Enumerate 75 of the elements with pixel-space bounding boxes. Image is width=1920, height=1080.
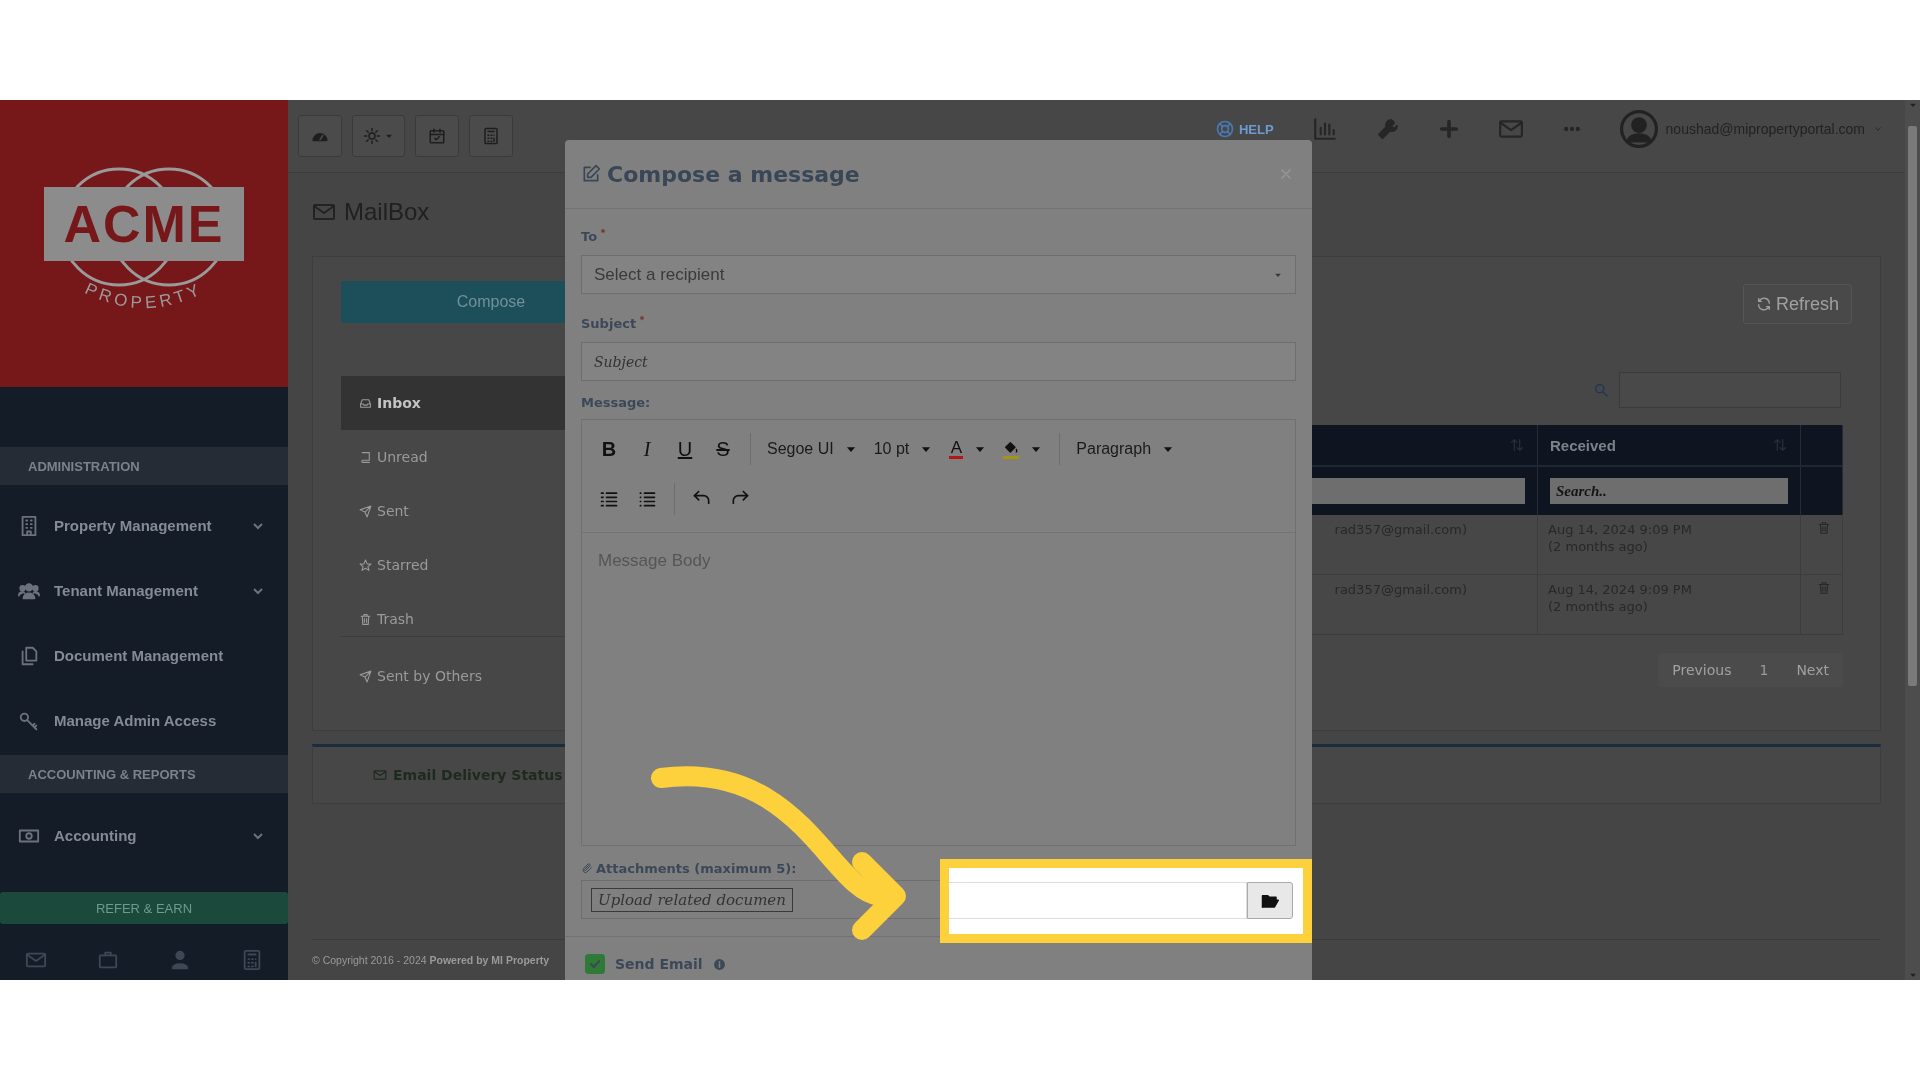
edit-icon xyxy=(581,164,601,184)
previous-button[interactable]: Previous xyxy=(1658,653,1746,687)
calendar-button[interactable] xyxy=(415,115,459,157)
nav-item[interactable]: Property Management xyxy=(0,493,288,558)
calendar-icon xyxy=(428,127,446,145)
field-label: Attachments (maximum 5): xyxy=(596,860,797,876)
nav-item[interactable]: Accounting xyxy=(0,803,288,868)
upload-field[interactable]: Upload related documen xyxy=(581,880,940,919)
nav-item[interactable]: Manage Admin Access xyxy=(0,688,288,753)
format-button[interactable]: U xyxy=(668,432,702,466)
logo-wordmark: ACME xyxy=(44,186,244,261)
scrollbar-thumb[interactable] xyxy=(1908,126,1917,686)
paint-bucket-icon xyxy=(1003,439,1020,456)
inbox-tray-icon xyxy=(359,396,372,410)
search-icon xyxy=(1593,382,1609,398)
info-icon[interactable] xyxy=(712,957,726,971)
bar-chart-icon[interactable] xyxy=(1311,116,1338,142)
trash-icon[interactable] xyxy=(1817,581,1831,595)
column-header xyxy=(1801,425,1843,465)
section-heading: ACCOUNTING & REPORTS xyxy=(0,755,288,793)
dialog-title: Compose a message xyxy=(607,161,861,187)
paper-plane-icon xyxy=(359,669,372,683)
paper-plane-icon xyxy=(359,504,372,518)
next-button[interactable]: Next xyxy=(1782,653,1843,687)
checkbox[interactable] xyxy=(585,954,605,974)
block-format-dropdown[interactable]: Paragraph xyxy=(1070,432,1182,466)
footer-text: © Copyright 2016 - 2024 Powered by MI Property xyxy=(312,954,550,966)
font-family-dropdown[interactable]: Segoe UI xyxy=(761,432,864,466)
refer-earn-button[interactable]: REFER & EARN xyxy=(0,892,288,924)
nav-item[interactable]: Document Management xyxy=(0,623,288,688)
calculator-icon[interactable] xyxy=(241,949,263,971)
checkbox-label: Send Email xyxy=(615,956,703,972)
subject-field[interactable]: Subject xyxy=(581,342,1296,381)
page-button[interactable]: 1 xyxy=(1745,653,1783,687)
section-heading: ADMINISTRATION xyxy=(0,447,288,485)
settings-icon xyxy=(363,127,381,145)
trash-icon xyxy=(359,612,372,626)
refresh-icon xyxy=(1755,296,1772,312)
settings-button[interactable] xyxy=(352,115,405,157)
nav-item[interactable]: Tenant Management xyxy=(0,558,288,623)
sort-icon xyxy=(1772,437,1788,453)
help-link[interactable]: HELP xyxy=(1214,119,1274,139)
trash-icon[interactable] xyxy=(1817,521,1831,535)
calculator-icon xyxy=(482,127,500,145)
sort-icon xyxy=(1509,437,1525,453)
numbered-list-icon xyxy=(599,489,619,509)
lifebuoy-icon xyxy=(1214,119,1235,139)
filter-field[interactable]: Search.. xyxy=(1550,478,1788,504)
text-color-button[interactable]: A xyxy=(943,432,994,466)
field-label: To xyxy=(581,229,598,244)
paperclip-icon xyxy=(581,862,593,874)
book-icon xyxy=(359,450,372,464)
format-button[interactable]: S xyxy=(706,432,740,466)
scrollbar[interactable] xyxy=(1905,100,1920,980)
format-button[interactable]: B xyxy=(592,432,626,466)
file-name-field[interactable] xyxy=(949,882,1247,919)
browse-button[interactable] xyxy=(1247,882,1293,919)
envelope-icon xyxy=(373,768,387,782)
logo-tagline: PROPERTY xyxy=(82,278,206,312)
avatar-icon xyxy=(1619,110,1658,148)
checkmark-icon xyxy=(588,957,602,971)
wrench-icon[interactable] xyxy=(1375,117,1400,141)
user-icon[interactable] xyxy=(169,949,191,971)
bullet-list-icon xyxy=(637,489,657,509)
dashboard-button[interactable] xyxy=(298,115,342,157)
star-icon xyxy=(359,558,372,572)
recipient-dropdown[interactable]: Select a recipient xyxy=(581,255,1296,294)
font-size-dropdown[interactable]: 10 pt xyxy=(867,432,940,466)
briefcase-icon[interactable] xyxy=(97,949,119,971)
plus-icon[interactable] xyxy=(1437,118,1460,140)
column-header[interactable]: Received xyxy=(1538,425,1801,465)
refresh-button[interactable]: Refresh xyxy=(1742,284,1852,324)
caret-icon xyxy=(1873,124,1883,134)
calculator-button[interactable] xyxy=(469,115,513,157)
format-button[interactable]: I xyxy=(630,432,664,466)
